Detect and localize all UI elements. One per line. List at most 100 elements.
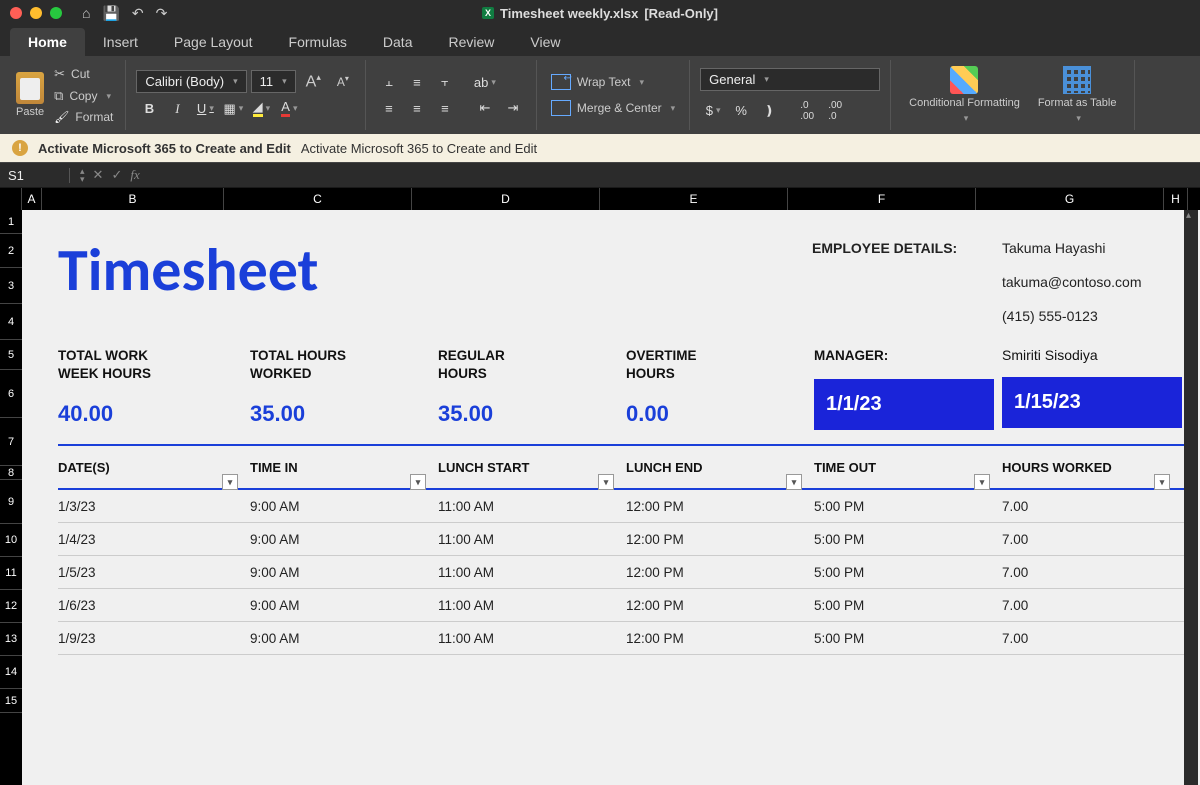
table-row[interactable]: 1/5/239:00 AM11:00 AM12:00 PM5:00 PM7.00 xyxy=(58,556,1184,589)
align-top-icon[interactable]: ⫠ xyxy=(376,70,402,94)
copy-button[interactable]: Copy xyxy=(52,87,115,105)
cell-hours: 7.00 xyxy=(1002,532,1182,547)
align-left-icon[interactable]: ≡ xyxy=(376,96,402,120)
spreadsheet-grid[interactable]: Timesheet EMPLOYEE DETAILS: Takuma Hayas… xyxy=(22,210,1200,785)
tab-page-layout[interactable]: Page Layout xyxy=(156,28,271,56)
close-window-icon[interactable] xyxy=(10,7,22,19)
number-format-select[interactable]: General xyxy=(700,68,880,91)
italic-button[interactable]: I xyxy=(164,97,190,121)
row-header[interactable]: 1 xyxy=(0,210,22,234)
row-header[interactable]: 6 xyxy=(0,370,22,418)
align-middle-icon[interactable]: ≡ xyxy=(404,70,430,94)
format-painter-button[interactable]: Format xyxy=(52,109,115,125)
col-header[interactable]: G xyxy=(976,188,1164,210)
activation-banner[interactable]: ! Activate Microsoft 365 to Create and E… xyxy=(0,134,1200,162)
cut-button[interactable]: Cut xyxy=(52,65,115,83)
cell-lunch-end: 12:00 PM xyxy=(626,532,814,547)
row-header[interactable]: 12 xyxy=(0,590,22,623)
wrap-text-label: Wrap Text xyxy=(577,75,631,89)
fill-color-button[interactable]: ◢ xyxy=(248,97,274,121)
col-header[interactable]: H xyxy=(1164,188,1188,210)
row-header[interactable]: 15 xyxy=(0,689,22,713)
table-row[interactable]: 1/9/239:00 AM11:00 AM12:00 PM5:00 PM7.00 xyxy=(58,622,1184,655)
currency-button[interactable]: $ xyxy=(700,99,726,123)
fat-label: Format as Table xyxy=(1038,97,1117,109)
name-box[interactable]: S1 xyxy=(0,168,70,183)
decrease-decimal-icon[interactable]: .00.0 xyxy=(822,99,848,123)
table-row[interactable]: 1/4/239:00 AM11:00 AM12:00 PM5:00 PM7.00 xyxy=(58,523,1184,556)
accept-formula-icon[interactable]: ✓ xyxy=(111,167,122,183)
cell-time-in: 9:00 AM xyxy=(250,631,438,646)
row-header[interactable]: 2 xyxy=(0,234,22,268)
align-bottom-icon[interactable]: ⫟ xyxy=(432,70,458,94)
row-header[interactable]: 14 xyxy=(0,656,22,689)
manager-label: MANAGER: xyxy=(814,347,1002,365)
table-row[interactable]: 1/6/239:00 AM11:00 AM12:00 PM5:00 PM7.00 xyxy=(58,589,1184,622)
filter-icon[interactable]: ▾ xyxy=(222,474,238,490)
col-header[interactable]: B xyxy=(42,188,224,210)
tab-review[interactable]: Review xyxy=(430,28,512,56)
increase-decimal-icon[interactable]: .0.00 xyxy=(794,99,820,123)
decrease-font-icon[interactable]: A▾ xyxy=(331,71,355,92)
col-header[interactable]: F xyxy=(788,188,976,210)
manager-name: Smiriti Sisodiya xyxy=(1002,347,1190,363)
font-name-select[interactable]: Calibri (Body) xyxy=(136,70,246,93)
minimize-window-icon[interactable] xyxy=(30,7,42,19)
align-center-icon[interactable]: ≡ xyxy=(404,96,430,120)
col-header[interactable]: A xyxy=(22,188,42,210)
vertical-scrollbar[interactable] xyxy=(1184,210,1198,785)
row-header[interactable]: 3 xyxy=(0,268,22,304)
cell-lunch-end: 12:00 PM xyxy=(626,598,814,613)
total-work-week-label: TOTAL WORKWEEK HOURS xyxy=(58,347,250,383)
row-header[interactable]: 8 xyxy=(0,466,22,480)
filter-icon[interactable]: ▾ xyxy=(598,474,614,490)
conditional-formatting-button[interactable]: Conditional Formatting xyxy=(901,64,1028,126)
cancel-formula-icon[interactable]: ✕ xyxy=(93,167,104,183)
percent-button[interactable]: % xyxy=(728,99,754,123)
row-header[interactable]: 4 xyxy=(0,304,22,340)
filter-icon[interactable]: ▾ xyxy=(410,474,426,490)
row-header[interactable]: 11 xyxy=(0,557,22,590)
underline-button[interactable]: U xyxy=(192,97,218,121)
row-header[interactable]: 5 xyxy=(0,340,22,370)
paste-button[interactable]: Paste xyxy=(10,68,50,122)
col-header[interactable]: E xyxy=(600,188,788,210)
format-as-table-button[interactable]: Format as Table xyxy=(1030,64,1125,126)
select-all-corner[interactable] xyxy=(0,188,22,210)
row-header[interactable]: 9 xyxy=(0,480,22,524)
increase-indent-icon[interactable]: ⇥ xyxy=(500,96,526,120)
decrease-indent-icon[interactable]: ⇤ xyxy=(472,96,498,120)
wrap-text-button[interactable]: Wrap Text xyxy=(547,72,679,92)
row-header[interactable]: 7 xyxy=(0,418,22,466)
col-header[interactable]: D xyxy=(412,188,600,210)
fx-icon[interactable]: fx xyxy=(130,167,139,183)
filter-icon[interactable]: ▾ xyxy=(974,474,990,490)
maximize-window-icon[interactable] xyxy=(50,7,62,19)
row-header[interactable]: 10 xyxy=(0,524,22,557)
bold-button[interactable]: B xyxy=(136,97,162,121)
name-box-chevron-icon[interactable]: ▴▾ xyxy=(80,167,85,183)
comma-button[interactable]: ❫ xyxy=(756,99,782,123)
formula-input[interactable] xyxy=(150,168,1200,183)
font-size-select[interactable]: 11 xyxy=(251,70,296,93)
save-icon[interactable]: 💾 xyxy=(102,5,119,22)
font-color-button[interactable]: A xyxy=(276,97,302,121)
tab-home[interactable]: Home xyxy=(10,28,85,56)
undo-icon[interactable]: ↶ xyxy=(132,5,144,22)
align-right-icon[interactable]: ≡ xyxy=(432,96,458,120)
row-header[interactable]: 13 xyxy=(0,623,22,656)
col-header[interactable]: C xyxy=(224,188,412,210)
increase-font-icon[interactable]: A▴ xyxy=(300,69,327,94)
redo-icon[interactable]: ↷ xyxy=(156,5,168,22)
tab-view[interactable]: View xyxy=(512,28,578,56)
tab-formulas[interactable]: Formulas xyxy=(271,28,365,56)
tab-data[interactable]: Data xyxy=(365,28,431,56)
merge-center-button[interactable]: Merge & Center xyxy=(547,98,679,118)
home-icon[interactable]: ⌂ xyxy=(82,5,90,21)
border-button[interactable]: ▦ xyxy=(220,97,246,121)
filter-icon[interactable]: ▾ xyxy=(1154,474,1170,490)
orientation-button[interactable]: ab xyxy=(472,70,498,94)
filter-icon[interactable]: ▾ xyxy=(786,474,802,490)
table-row[interactable]: 1/3/239:00 AM11:00 AM12:00 PM5:00 PM7.00 xyxy=(58,490,1184,523)
tab-insert[interactable]: Insert xyxy=(85,28,156,56)
